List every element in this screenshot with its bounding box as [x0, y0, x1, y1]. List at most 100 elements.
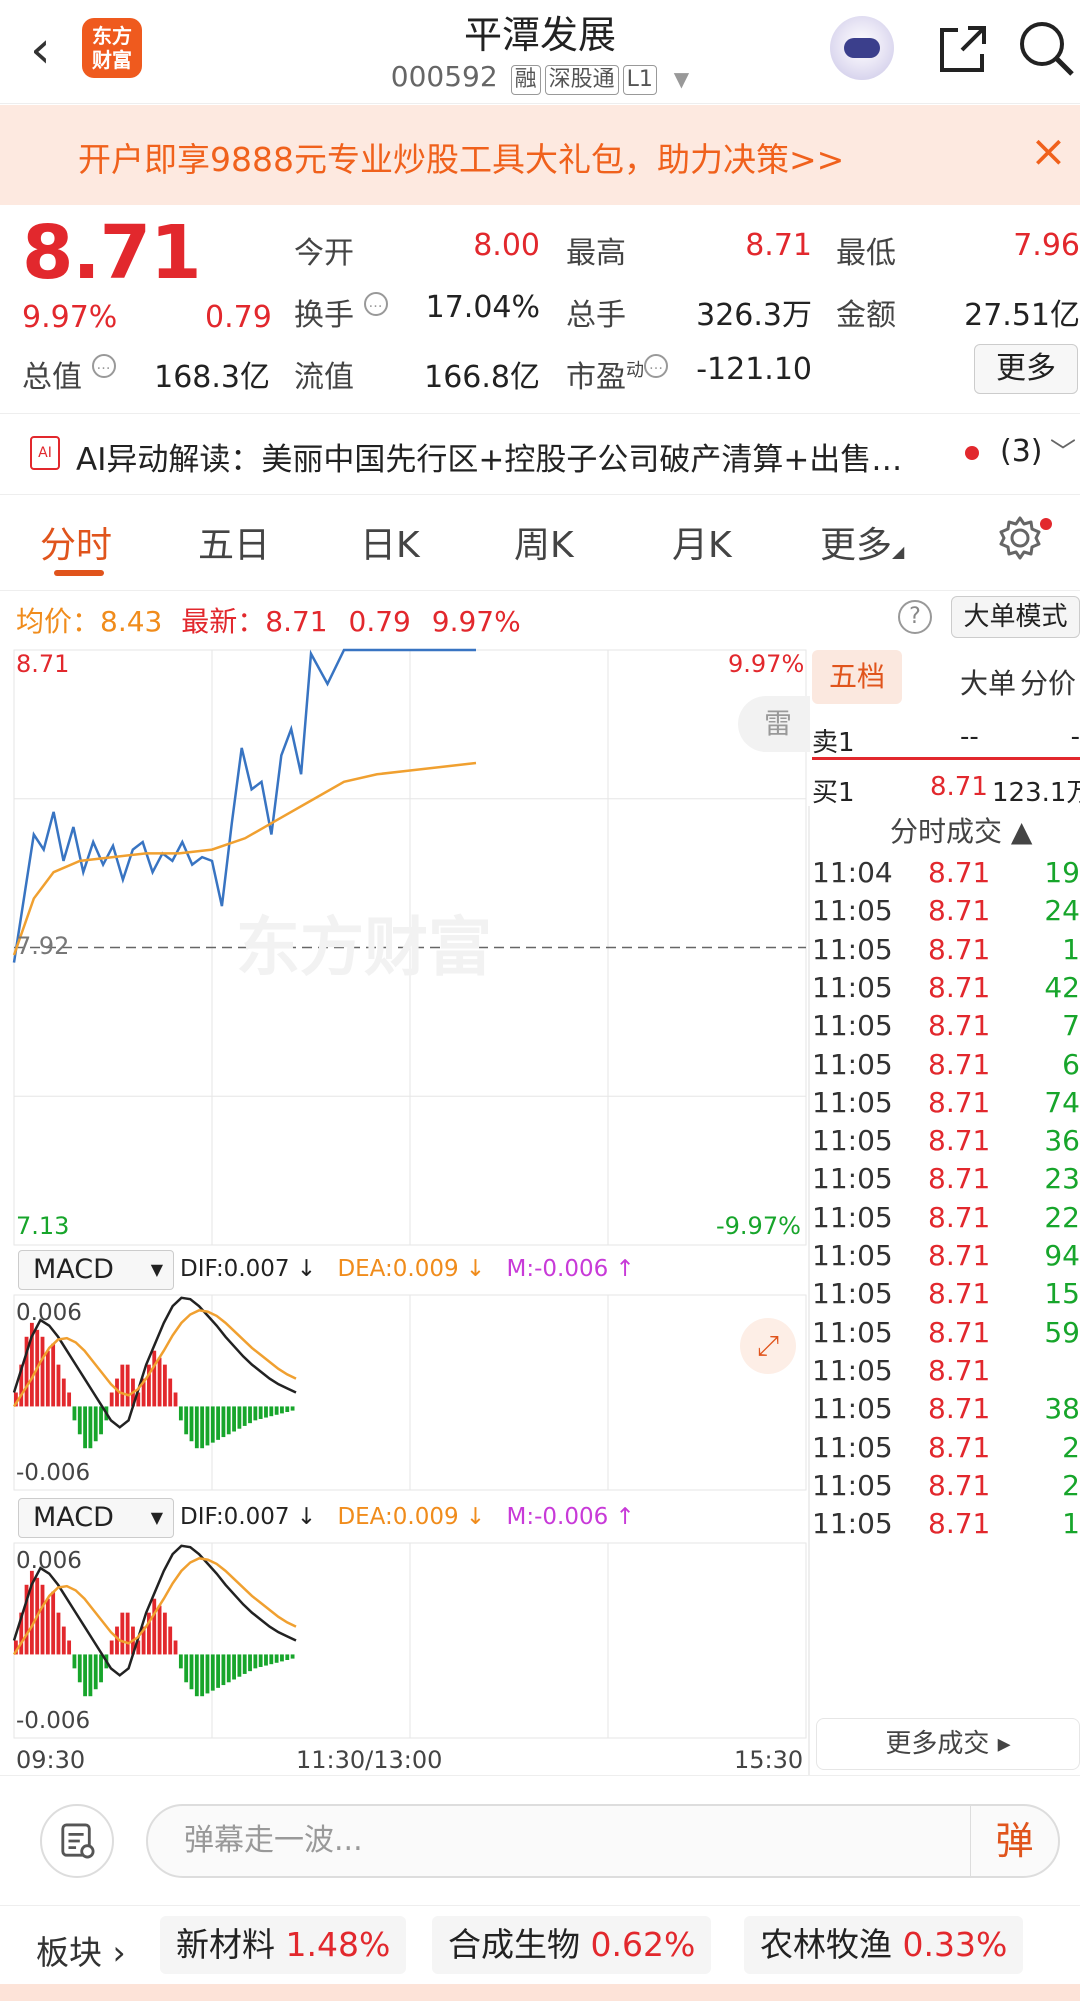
tab-price-dist[interactable]: 分价	[1020, 662, 1076, 702]
trade-time: 11:05	[812, 1277, 893, 1311]
trade-volume: 1	[1062, 932, 1080, 966]
price-info-line: 均价：8.43 最新：8.71 0.79 9.97%	[16, 600, 521, 640]
trade-price: 8.71	[928, 1430, 991, 1464]
promo-banner[interactable]: 开户即享9888元专业炒股工具大礼包，助力决策>> ×	[0, 105, 1080, 205]
danmu-settings-icon[interactable]	[40, 1804, 114, 1878]
tab-intraday[interactable]: 分时	[40, 516, 112, 568]
macd-bar	[77, 1654, 82, 1683]
sector-label[interactable]: 板块 ›	[36, 1926, 126, 1974]
tab-daily-k[interactable]: 日K	[360, 516, 420, 568]
danmu-send-button[interactable]: 弹	[970, 1806, 1058, 1876]
macd-bar	[200, 1654, 205, 1697]
macd-bar	[232, 1654, 236, 1680]
open-label: 今开	[294, 236, 354, 271]
divider	[0, 1905, 1080, 1906]
expand-icon[interactable]: ⤢	[740, 1318, 796, 1374]
macd-bar	[253, 1406, 258, 1421]
macd-bar	[280, 1406, 284, 1414]
trade-volume: 2	[1062, 1430, 1080, 1464]
sell1-row: 卖1 -- -	[812, 722, 1080, 759]
trade-volume: 23	[1044, 1162, 1080, 1196]
float-value: 166.8亿	[424, 360, 540, 395]
pe-label[interactable]: 市盈动…	[566, 352, 668, 396]
sector-chip[interactable]: 农林牧渔 0.33%	[744, 1916, 1024, 1974]
trade-volume: 38	[1044, 1392, 1080, 1426]
trade-time: 11:05	[812, 1315, 893, 1349]
info-icon[interactable]: …	[363, 292, 388, 316]
macd-bar	[125, 1364, 130, 1407]
macd-bar	[221, 1406, 226, 1438]
turnover-label[interactable]: 换手 …	[294, 290, 388, 334]
trade-volume: 59	[1044, 1315, 1080, 1349]
open-value: 8.00	[473, 228, 540, 263]
sector-name: 农林牧渔	[760, 1925, 892, 1964]
latest-pct: 9.97%	[431, 605, 521, 638]
current-price: 8.71	[22, 210, 202, 296]
tab-five-level[interactable]: 五档	[812, 650, 902, 704]
tab-five-day[interactable]: 五日	[198, 516, 270, 568]
sector-chip[interactable]: 新材料 1.48%	[160, 1916, 407, 1974]
trade-time: 11:04	[812, 856, 893, 889]
avg-label: 均价：	[16, 605, 101, 638]
macd-bar	[226, 1654, 231, 1683]
search-icon[interactable]	[1016, 18, 1076, 78]
gear-icon[interactable]	[996, 514, 1044, 562]
info-icon[interactable]: …	[91, 354, 116, 378]
panel-divider	[808, 806, 810, 1776]
macd-y-bottom-1: -0.006	[16, 1460, 91, 1486]
macd-bar	[274, 1654, 279, 1663]
macd-bar	[285, 1654, 290, 1660]
info-icon[interactable]: …	[644, 354, 668, 378]
more-quote-button[interactable]: 更多	[974, 344, 1078, 394]
tab-weekly-k[interactable]: 周K	[514, 516, 574, 568]
mcap-label-text: 总值	[22, 360, 82, 395]
pe-sup: 动	[626, 360, 644, 381]
promo-text[interactable]: 开户即享9888元专业炒股工具大礼包，助力决策>>	[78, 133, 844, 181]
indicator-select-1[interactable]: MACD ▼	[18, 1250, 174, 1290]
divider	[0, 1775, 1080, 1776]
trade-time: 11:05	[812, 1392, 893, 1426]
dropdown-caret-icon[interactable]: ▼	[674, 67, 689, 91]
main-chart-grid: 东方财富	[13, 649, 807, 1246]
macd-bar	[72, 1654, 77, 1669]
macd-bar	[56, 1612, 61, 1655]
divider	[0, 494, 1080, 495]
chevron-down-icon[interactable]: ﹀	[1050, 432, 1076, 469]
big-order-mode-button[interactable]: 大单模式	[951, 596, 1080, 638]
low-label: 最低	[836, 236, 896, 271]
sell1-volume: -	[1070, 722, 1080, 752]
macd-bar	[67, 1392, 72, 1407]
latest-change: 0.79	[348, 605, 411, 638]
mcap-value: 168.3亿	[154, 360, 270, 395]
trade-price: 8.71	[928, 932, 991, 966]
macd-bar	[88, 1654, 93, 1697]
dea-label: DEA:0.009 ↓	[337, 1256, 486, 1282]
macd-bar	[178, 1406, 183, 1421]
more-trades-button[interactable]: 更多成交 ▸	[816, 1718, 1080, 1770]
macd-bar	[168, 1626, 173, 1655]
macd-bar	[61, 1626, 66, 1655]
trade-time: 11:05	[812, 1085, 893, 1119]
macd-bar	[226, 1406, 231, 1435]
share-icon[interactable]	[932, 20, 992, 80]
robot-icon[interactable]	[830, 16, 894, 80]
trades-title[interactable]: 分时成交 ▲	[890, 810, 1032, 850]
macd-bar	[258, 1654, 263, 1667]
mcap-label[interactable]: 总值 …	[22, 352, 116, 396]
radar-tab[interactable]: 雷	[738, 696, 810, 752]
ai-analysis-text[interactable]: AI异动解读：美丽中国先行区+控股子公司破产清算+出售…	[76, 434, 946, 479]
macd-bar	[189, 1654, 194, 1690]
danmu-input[interactable]: 弹幕走一波...	[146, 1804, 1060, 1878]
tag-level: L1	[622, 65, 657, 95]
tab-monthly-k[interactable]: 月K	[672, 516, 732, 568]
close-icon[interactable]: ×	[1030, 127, 1067, 177]
indicator-select-2[interactable]: MACD ▼	[18, 1498, 174, 1538]
intraday-chart-area[interactable]: 东方财富	[0, 640, 810, 1770]
ai-count[interactable]: (3)	[1000, 434, 1043, 469]
stock-subtitle[interactable]: 000592 融深股通 L1 ▼	[0, 60, 1080, 95]
macd-bar	[237, 1654, 242, 1677]
sector-chip[interactable]: 合成生物 0.62%	[432, 1916, 712, 1974]
help-icon[interactable]: ?	[898, 600, 932, 634]
tab-more[interactable]: 更多◢	[820, 516, 904, 568]
tab-big-order[interactable]: 大单	[960, 662, 1016, 702]
